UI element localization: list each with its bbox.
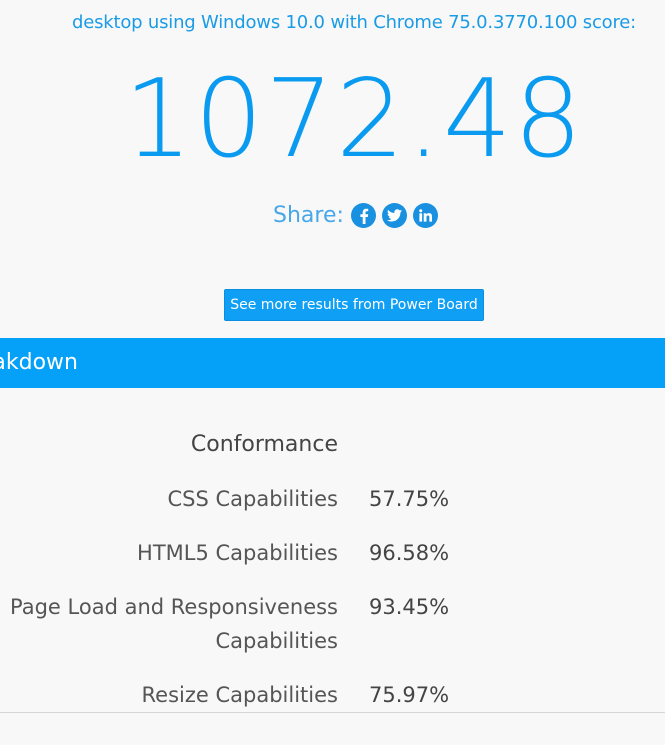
- row-value: 96.58%: [369, 541, 450, 565]
- twitter-icon[interactable]: [381, 203, 407, 228]
- share-label: Share:: [273, 203, 344, 228]
- row-value: 93.45%: [369, 595, 450, 619]
- row-label: Resize Capabilities: [141, 683, 338, 707]
- row-value: 57.75%: [369, 487, 450, 511]
- linkedin-icon[interactable]: [412, 203, 438, 228]
- breakdown-banner: eakdown: [0, 338, 665, 388]
- row-label: HTML5 Capabilities: [137, 541, 338, 565]
- share-bar: Share:: [273, 203, 438, 228]
- facebook-icon[interactable]: [350, 203, 376, 228]
- row-label: Page Load and Responsiveness: [10, 595, 338, 619]
- overall-score: 1072.48: [123, 57, 585, 182]
- row-value: 75.97%: [369, 683, 450, 707]
- conformance-heading: Conformance: [190, 432, 338, 457]
- section-divider: [0, 712, 665, 713]
- banner-title: eakdown: [0, 350, 78, 375]
- row-label: CSS Capabilities: [167, 487, 339, 511]
- see-more-results-button[interactable]: See more results from Power Board: [224, 289, 484, 321]
- score-subtitle: desktop using Windows 10.0 with Chrome 7…: [71, 12, 636, 33]
- row-label-continued: Capabilities: [215, 629, 339, 653]
- results-page: desktop using Windows 10.0 with Chrome 7…: [0, 0, 665, 745]
